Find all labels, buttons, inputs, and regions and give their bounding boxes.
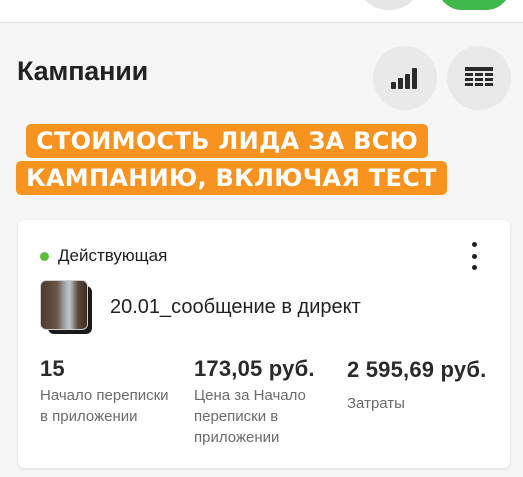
chart-view-button[interactable]	[373, 46, 437, 110]
metric-value: 2 595,69 руб.	[347, 357, 487, 382]
status-label: Действующая	[58, 246, 168, 265]
overlay-annotation: СТОИМОСТЬ ЛИДА ЗА ВСЮ КАМПАНИЮ, ВКЛЮЧАЯ …	[16, 124, 447, 195]
metric-label: Начало переписки в приложении	[40, 387, 169, 425]
metric-results: 15 Начало переписки в приложении	[40, 355, 180, 427]
status-row: Действующая	[40, 246, 167, 266]
metric-cost-per-result: 173,05 руб. Цена за Начало переписки в п…	[194, 355, 344, 448]
top-bar	[0, 0, 523, 23]
top-secondary-button[interactable]	[360, 0, 418, 10]
metric-spend: 2 595,69 руб. Затраты	[347, 355, 507, 414]
overlay-line-1: СТОИМОСТЬ ЛИДА ЗА ВСЮ	[26, 124, 429, 158]
more-vertical-icon	[471, 253, 477, 259]
page-title: Кампании	[17, 56, 149, 86]
thumbnail-image	[40, 280, 88, 330]
more-options-button[interactable]	[468, 242, 480, 270]
campaign-thumbnail[interactable]	[40, 280, 94, 336]
metric-label: Затраты	[347, 395, 405, 412]
campaign-card[interactable]: Действующая 20.01_сообщение в директ 15 …	[18, 220, 510, 468]
more-vertical-icon	[471, 242, 477, 247]
more-vertical-icon	[471, 265, 477, 270]
metric-value: 173,05 руб.	[194, 356, 315, 381]
bar-chart-icon	[391, 68, 417, 89]
metric-label: Цена за Начало переписки в приложении	[194, 387, 306, 446]
overlay-line-2: КАМПАНИЮ, ВКЛЮЧАЯ ТЕСТ	[16, 161, 447, 195]
campaign-name[interactable]: 20.01_сообщение в директ	[110, 296, 361, 319]
metric-value: 15	[40, 356, 65, 381]
table-view-button[interactable]	[447, 46, 511, 110]
table-columns-icon	[465, 67, 493, 86]
status-active-dot-icon	[40, 251, 49, 261]
top-primary-button[interactable]	[437, 0, 511, 10]
